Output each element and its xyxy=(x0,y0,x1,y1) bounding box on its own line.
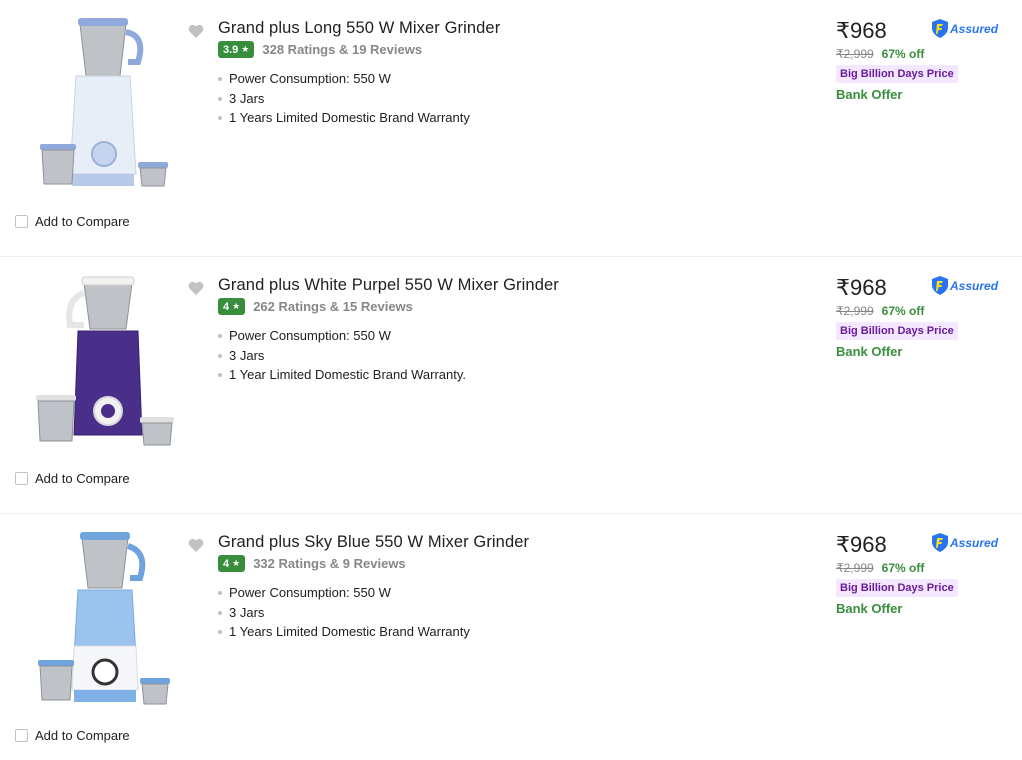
wishlist-heart-icon[interactable] xyxy=(188,24,204,39)
spec-item: Power Consumption: 550 W xyxy=(218,326,778,346)
assured-shield-icon xyxy=(932,276,948,295)
compare-checkbox[interactable] xyxy=(15,215,28,228)
assured-label: Assured xyxy=(950,21,999,36)
compare-label: Add to Compare xyxy=(35,471,130,486)
product-list: Add to Compare Grand plus Long 550 W Mix… xyxy=(0,0,1022,743)
product-card[interactable]: Add to Compare Grand plus Sky Blue 550 W… xyxy=(0,514,1022,760)
product-info: Grand plus Sky Blue 550 W Mixer Grinder … xyxy=(218,531,778,642)
rating-count: 332 Ratings & 9 Reviews xyxy=(253,556,406,571)
bank-offer: Bank Offer xyxy=(836,601,903,616)
price-details: ₹2,999 67% off xyxy=(836,561,1016,575)
bank-offer: Bank Offer xyxy=(836,87,903,102)
rating-count: 262 Ratings & 15 Reviews xyxy=(253,299,413,314)
assured-badge: Assured xyxy=(932,19,998,38)
rating-row: 4 ★ 262 Ratings & 15 Reviews xyxy=(218,298,778,315)
assured-shield-icon xyxy=(932,533,948,552)
compare-label: Add to Compare xyxy=(35,728,130,743)
spec-list: Power Consumption: 550 W 3 Jars 1 Year L… xyxy=(218,326,778,385)
spec-list: Power Consumption: 550 W 3 Jars 1 Years … xyxy=(218,69,778,128)
assured-shield-icon xyxy=(932,19,948,38)
discount-percent: 67% off xyxy=(881,561,925,575)
spec-item: 1 Year Limited Domestic Brand Warranty. xyxy=(218,365,778,385)
discount-percent: 67% off xyxy=(881,304,925,318)
product-title[interactable]: Grand plus Long 550 W Mixer Grinder xyxy=(218,17,778,39)
spec-item: 3 Jars xyxy=(218,89,778,109)
rating-count: 328 Ratings & 19 Reviews xyxy=(262,42,423,57)
product-info: Grand plus White Purpel 550 W Mixer Grin… xyxy=(218,274,778,385)
product-image[interactable] xyxy=(28,271,178,461)
assured-badge: Assured xyxy=(932,533,998,552)
spec-item: 1 Years Limited Domestic Brand Warranty xyxy=(218,108,778,128)
product-image[interactable] xyxy=(28,14,178,204)
original-price: ₹2,999 xyxy=(836,47,874,61)
deal-tag: Big Billion Days Price xyxy=(836,579,958,597)
rating-row: 3.9 ★ 328 Ratings & 19 Reviews xyxy=(218,41,778,58)
compare-checkbox[interactable] xyxy=(15,729,28,742)
add-to-compare[interactable]: Add to Compare xyxy=(15,728,130,743)
original-price: ₹2,999 xyxy=(836,561,874,575)
rating-row: 4 ★ 332 Ratings & 9 Reviews xyxy=(218,555,778,572)
spec-item: 1 Years Limited Domestic Brand Warranty xyxy=(218,622,778,642)
discount-percent: 67% off xyxy=(881,47,925,61)
spec-item: Power Consumption: 550 W xyxy=(218,69,778,89)
assured-label: Assured xyxy=(950,278,999,293)
deal-tag: Big Billion Days Price xyxy=(836,65,958,83)
product-card[interactable]: Add to Compare Grand plus White Purpel 5… xyxy=(0,257,1022,514)
price-details: ₹2,999 67% off xyxy=(836,47,1016,61)
rating-badge: 4 ★ xyxy=(218,555,246,572)
compare-label: Add to Compare xyxy=(35,214,130,229)
spec-item: 3 Jars xyxy=(218,603,778,623)
star-icon: ★ xyxy=(232,558,241,568)
wishlist-heart-icon[interactable] xyxy=(188,281,204,296)
product-title[interactable]: Grand plus White Purpel 550 W Mixer Grin… xyxy=(218,274,778,296)
assured-badge: Assured xyxy=(932,276,998,295)
add-to-compare[interactable]: Add to Compare xyxy=(15,471,130,486)
rating-value: 4 xyxy=(223,557,230,570)
assured-label: Assured xyxy=(950,535,999,550)
rating-value: 3.9 xyxy=(223,43,239,56)
spec-list: Power Consumption: 550 W 3 Jars 1 Years … xyxy=(218,583,778,642)
wishlist-heart-icon[interactable] xyxy=(188,538,204,553)
rating-badge: 4 ★ xyxy=(218,298,246,315)
price-details: ₹2,999 67% off xyxy=(836,304,1016,318)
rating-badge: 3.9 ★ xyxy=(218,41,255,58)
deal-tag: Big Billion Days Price xyxy=(836,322,958,340)
bank-offer: Bank Offer xyxy=(836,344,903,359)
product-info: Grand plus Long 550 W Mixer Grinder 3.9 ★… xyxy=(218,17,778,128)
star-icon: ★ xyxy=(232,301,241,311)
spec-item: 3 Jars xyxy=(218,346,778,366)
product-card[interactable]: Add to Compare Grand plus Long 550 W Mix… xyxy=(0,0,1022,257)
product-title[interactable]: Grand plus Sky Blue 550 W Mixer Grinder xyxy=(218,531,778,553)
product-image[interactable] xyxy=(28,528,178,718)
original-price: ₹2,999 xyxy=(836,304,874,318)
rating-value: 4 xyxy=(223,300,230,313)
compare-checkbox[interactable] xyxy=(15,472,28,485)
spec-item: Power Consumption: 550 W xyxy=(218,583,778,603)
star-icon: ★ xyxy=(241,44,250,54)
add-to-compare[interactable]: Add to Compare xyxy=(15,214,130,229)
